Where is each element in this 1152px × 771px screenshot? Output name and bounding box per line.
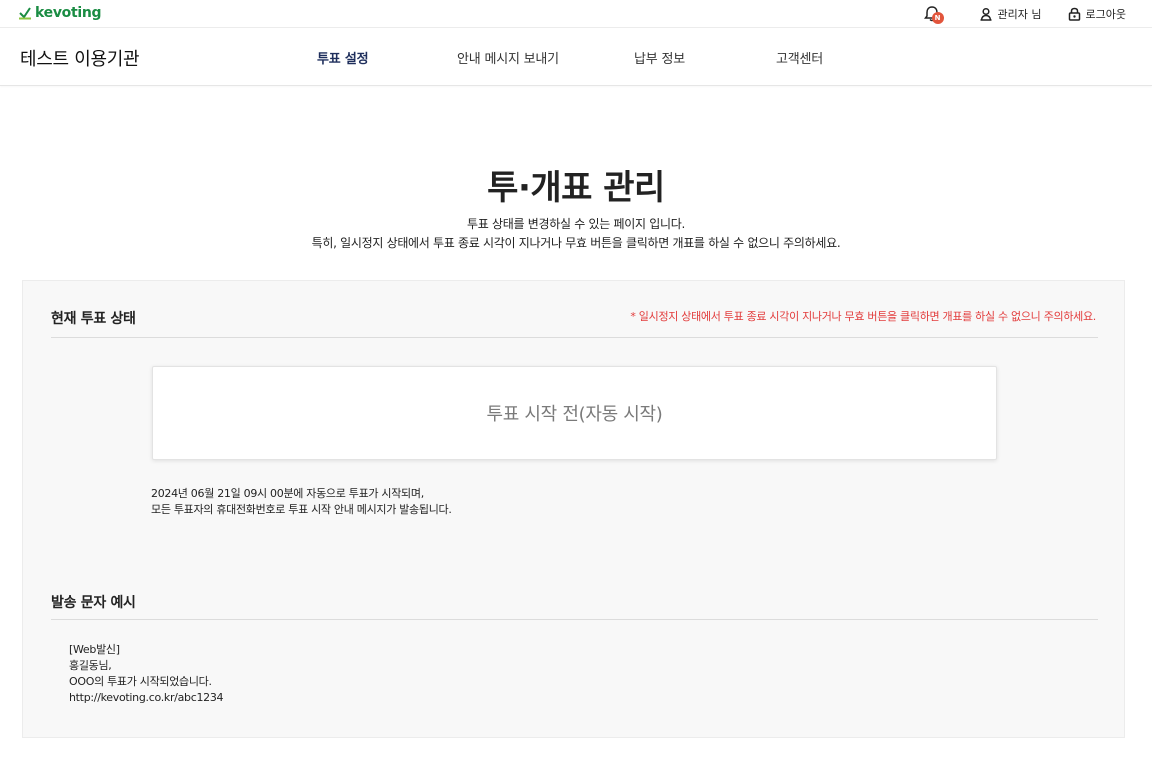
vote-status-panel: 현재 투표 상태 * 일시정지 상태에서 투표 종료 시각이 지나거나 무효 버… [22, 280, 1125, 738]
lock-icon [1068, 7, 1080, 21]
logout-button[interactable]: 로그아웃 [1068, 6, 1126, 22]
status-note: 2024년 06월 21일 09시 00분에 자동으로 투표가 시작되며, 모든… [151, 486, 452, 518]
vote-status-box: 투표 시작 전(자동 시작) [152, 366, 997, 460]
notification-badge: N [931, 12, 944, 24]
page-description-line1: 투표 상태를 변경하실 수 있는 페이지 입니다. [467, 217, 685, 231]
kevoting-logo-icon [18, 6, 32, 20]
logout-label: 로그아웃 [1085, 8, 1126, 21]
admin-label: 관리자 님 [997, 8, 1042, 21]
nav-item-customer-center[interactable]: 고객센터 [776, 48, 823, 67]
user-icon [980, 7, 992, 21]
nav-item-payment-info[interactable]: 납부 정보 [634, 48, 685, 67]
current-status-title: 현재 투표 상태 [51, 311, 136, 327]
admin-link[interactable]: 관리자 님 [979, 6, 1042, 22]
sms-line: OOO의 투표가 시작되었습니다. [69, 675, 212, 688]
page-description-line2: 특히, 일시정지 상태에서 투표 종료 시각이 지나거나 무효 버튼을 클릭하면… [311, 236, 841, 250]
status-note-line1: 2024년 06월 21일 09시 00분에 자동으로 투표가 시작되며, [151, 487, 424, 500]
notification-button[interactable]: N [923, 3, 947, 25]
sms-line: http://kevoting.co.kr/abc1234 [69, 691, 224, 704]
nav-item-vote-settings[interactable]: 투표 설정 [317, 48, 369, 67]
sms-sample-title: 발송 문자 예시 [51, 595, 136, 611]
top-utility-bar: kevoting N 관리자 님 로그아웃 [0, 0, 1152, 28]
sms-line: 홍길동님, [69, 659, 112, 672]
sms-line: [Web발신] [69, 643, 120, 656]
top-right-menu: N 관리자 님 로그아웃 [923, 0, 1152, 28]
nav-item-send-notice[interactable]: 안내 메시지 보내기 [457, 48, 559, 67]
section-divider [51, 337, 1098, 338]
sms-sample-text: [Web발신] 홍길동님, OOO의 투표가 시작되었습니다. http://k… [69, 642, 224, 706]
page-title: 투·개표 관리 [487, 168, 665, 208]
warning-text: * 일시정지 상태에서 투표 종료 시각이 지나거나 무효 버튼을 클릭하면 개… [630, 310, 1096, 323]
section-divider [51, 619, 1098, 620]
logo-text: kevoting [35, 5, 102, 21]
org-name: 테스트 이용기관 [20, 49, 140, 70]
main-nav: 테스트 이용기관 투표 설정 안내 메시지 보내기 납부 정보 고객센터 [0, 29, 1152, 86]
status-note-line2: 모든 투표자의 휴대전화번호로 투표 시작 안내 메시지가 발송됩니다. [151, 503, 452, 516]
logo[interactable]: kevoting [18, 4, 102, 22]
